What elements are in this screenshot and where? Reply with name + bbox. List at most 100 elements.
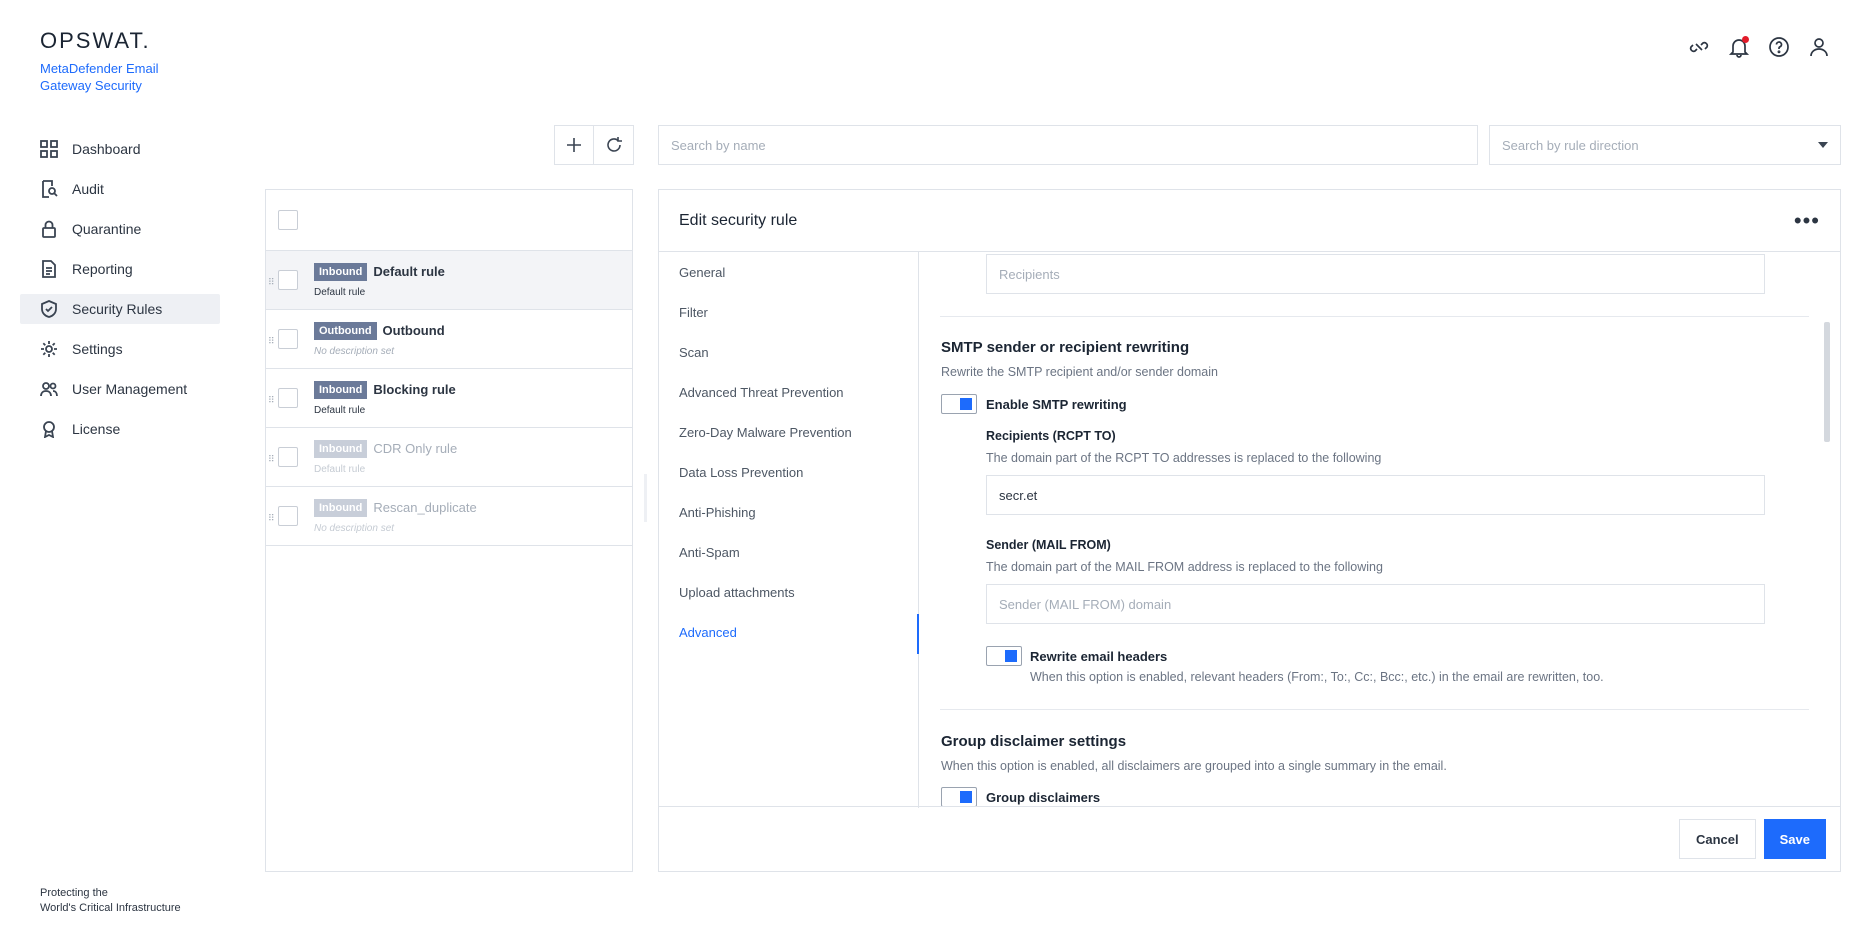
group-disclaimer-description: When this option is enabled, all disclai… xyxy=(941,759,1447,773)
section-anti-spam[interactable]: Anti-Spam xyxy=(659,532,918,572)
rewrite-email-headers-label: Rewrite email headers xyxy=(1030,649,1168,664)
rule-description: No description set xyxy=(314,522,395,534)
sidebar-item-security-rules[interactable]: Security Rules xyxy=(20,294,220,324)
rcpt-to-field[interactable]: secr.et xyxy=(986,475,1765,515)
sidebar-item-license[interactable]: License xyxy=(20,414,220,444)
rule-row-cdr-only-rule[interactable]: ⠿ Inbound CDR Only rule Default rule xyxy=(266,428,632,487)
rule-info: Inbound Blocking rule Default rule xyxy=(314,380,456,416)
rule-checkbox[interactable] xyxy=(278,329,298,349)
chevron-down-icon xyxy=(1818,142,1828,148)
rule-row-blocking-rule[interactable]: ⠿ Inbound Blocking rule Default rule xyxy=(266,369,632,428)
drag-handle-icon[interactable]: ⠿ xyxy=(268,454,275,465)
section-general[interactable]: General xyxy=(659,252,918,292)
rule-checkbox[interactable] xyxy=(278,388,298,408)
rule-direction-placeholder: Search by rule direction xyxy=(1502,137,1639,153)
section-filter[interactable]: Filter xyxy=(659,292,918,332)
rule-row-rescan-duplicate[interactable]: ⠿ Inbound Rescan_duplicate No descriptio… xyxy=(266,487,632,546)
rule-description: No description set xyxy=(314,345,395,357)
rule-description: Default rule xyxy=(314,404,366,416)
rewrite-email-headers-toggle[interactable] xyxy=(986,646,1022,666)
content-scrollbar[interactable] xyxy=(1824,322,1830,442)
section-advanced[interactable]: Advanced xyxy=(659,612,919,654)
footer-line: World's Critical Infrastructure xyxy=(40,902,181,914)
drag-handle-icon[interactable]: ⠿ xyxy=(268,513,275,524)
group-disclaimers-toggle[interactable] xyxy=(941,787,977,807)
notification-dot xyxy=(1742,36,1749,43)
rule-checkbox[interactable] xyxy=(278,506,298,526)
footer-tagline: Protecting the World's Critical Infrastr… xyxy=(40,886,181,916)
rule-title-row: Inbound Default rule xyxy=(314,262,445,281)
sidebar-item-dashboard[interactable]: Dashboard xyxy=(20,134,220,164)
section-advanced-threat-prevention[interactable]: Advanced Threat Prevention xyxy=(659,372,918,412)
divider xyxy=(940,316,1809,317)
link-broken-icon[interactable] xyxy=(1688,36,1710,58)
rule-row-default-rule[interactable]: ⠿ Inbound Default rule Default rule xyxy=(266,251,632,310)
group-disclaimer-title: Group disclaimer settings xyxy=(941,733,1127,750)
sidebar-item-quarantine[interactable]: Quarantine xyxy=(20,214,220,244)
sidebar-item-label: Audit xyxy=(72,181,104,197)
edit-rule-panel: Edit security rule ••• General Filter Sc… xyxy=(658,189,1841,872)
user-icon[interactable] xyxy=(1808,36,1830,58)
grid-icon xyxy=(40,140,58,158)
badge-icon xyxy=(43,421,55,438)
list-toolbar xyxy=(554,125,634,165)
section-content: Recipients SMTP sender or recipient rewr… xyxy=(920,252,1830,808)
panel-resize-handle[interactable] xyxy=(644,474,647,522)
more-options-icon[interactable]: ••• xyxy=(1794,209,1820,231)
rewrite-email-headers-description: When this option is enabled, relevant he… xyxy=(1030,670,1604,684)
direction-badge: Inbound xyxy=(314,380,368,399)
rule-info: Inbound Default rule Default rule xyxy=(314,262,445,298)
section-scan[interactable]: Scan xyxy=(659,332,918,372)
mail-from-description: The domain part of the MAIL FROM address… xyxy=(986,560,1383,574)
rule-name: Blocking rule xyxy=(373,382,456,397)
toggle-knob xyxy=(1005,650,1017,662)
refresh-icon xyxy=(606,137,622,152)
rule-direction-select[interactable]: Search by rule direction xyxy=(1489,125,1841,165)
sidebar-item-audit[interactable]: Audit xyxy=(20,174,220,204)
direction-badge: Inbound xyxy=(314,498,368,517)
help-icon[interactable] xyxy=(1768,36,1790,58)
rule-checkbox[interactable] xyxy=(278,447,298,467)
sidebar-item-user-management[interactable]: User Management xyxy=(20,374,220,404)
sidebar-item-label: Dashboard xyxy=(72,141,141,157)
rule-checkbox[interactable] xyxy=(278,270,298,290)
section-upload-attachments[interactable]: Upload attachments xyxy=(659,572,918,612)
select-all-checkbox[interactable] xyxy=(278,210,298,230)
sidebar-item-settings[interactable]: Settings xyxy=(20,334,220,364)
enable-smtp-rewriting-label: Enable SMTP rewriting xyxy=(986,397,1127,412)
recipients-field[interactable]: Recipients xyxy=(986,254,1765,294)
rule-row-outbound[interactable]: ⠿ Outbound Outbound No description set xyxy=(266,310,632,369)
section-zero-day-malware-prevention[interactable]: Zero-Day Malware Prevention xyxy=(659,412,918,452)
enable-smtp-rewriting-toggle[interactable] xyxy=(941,394,977,414)
save-button[interactable]: Save xyxy=(1763,819,1826,859)
sidebar-item-label: User Management xyxy=(72,381,188,397)
mail-from-field[interactable]: Sender (MAIL FROM) domain xyxy=(986,584,1765,624)
smtp-section-title: SMTP sender or recipient rewriting xyxy=(941,339,1190,356)
drag-handle-icon[interactable]: ⠿ xyxy=(268,336,275,347)
toggle-knob xyxy=(960,791,972,803)
section-anti-phishing[interactable]: Anti-Phishing xyxy=(659,492,918,532)
bell-icon[interactable] xyxy=(1728,36,1750,58)
sidebar-item-reporting[interactable]: Reporting xyxy=(20,254,220,284)
search-input[interactable] xyxy=(658,125,1478,165)
app-window: OPSWAT. MetaDefender Email Gateway Secur… xyxy=(0,0,1866,947)
logo: OPSWAT. MetaDefender Email Gateway Secur… xyxy=(40,28,180,94)
rcpt-to-label: Recipients (RCPT TO) xyxy=(986,429,1116,443)
rules-list: ⠿ Inbound Default rule Default rule ⠿ Ou… xyxy=(265,189,633,872)
drag-handle-icon[interactable]: ⠿ xyxy=(268,277,275,288)
sidebar-item-label: Reporting xyxy=(72,261,133,277)
cancel-button[interactable]: Cancel xyxy=(1678,819,1756,859)
rule-title-row: Inbound Blocking rule xyxy=(314,380,456,399)
gear-icon xyxy=(41,341,57,357)
section-data-loss-prevention[interactable]: Data Loss Prevention xyxy=(659,452,918,492)
rule-name: Rescan_duplicate xyxy=(373,500,477,515)
sidebar-nav: Dashboard Audit Quarantine Reporting Sec… xyxy=(20,134,220,454)
edit-panel-footer: Cancel Save xyxy=(659,806,1840,871)
direction-badge: Outbound xyxy=(314,321,377,340)
section-nav: General Filter Scan Advanced Threat Prev… xyxy=(659,252,919,808)
header-actions xyxy=(1688,36,1830,58)
drag-handle-icon[interactable]: ⠿ xyxy=(268,395,275,406)
refresh-button[interactable] xyxy=(594,125,634,165)
rule-info: Inbound Rescan_duplicate No description … xyxy=(314,498,477,534)
add-rule-button[interactable] xyxy=(554,125,594,165)
